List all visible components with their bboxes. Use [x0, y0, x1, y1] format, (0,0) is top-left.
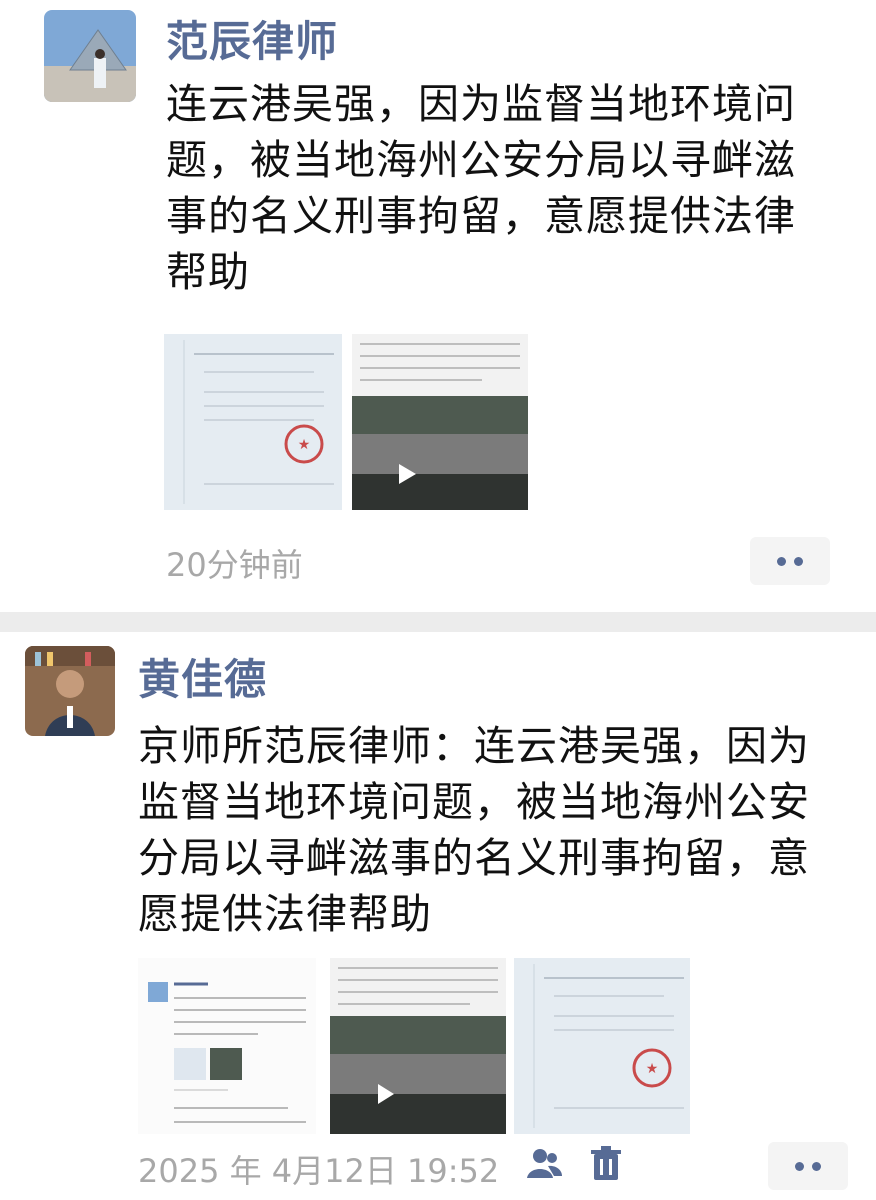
post-text: 连云港吴强，因为监督当地环境问 题，被当地海州公安分局以寻衅滋 事的名义刑事拘留…: [166, 80, 796, 296]
environment-post-image[interactable]: [352, 334, 528, 510]
timestamp: 20分钟前: [166, 546, 303, 584]
environment-post-image[interactable]: [330, 958, 506, 1134]
delete-icon[interactable]: [586, 1144, 626, 1184]
svg-text:★: ★: [646, 1061, 659, 1077]
avatar[interactable]: [44, 10, 136, 102]
more-button[interactable]: [768, 1142, 848, 1190]
moment-post-1: 范辰律师 连云港吴强，因为监督当地环境问 题，被当地海州公安分局以寻衅滋 事的名…: [0, 0, 876, 612]
friends-visible-icon[interactable]: [524, 1144, 564, 1184]
svg-text:★: ★: [298, 437, 311, 453]
moment-post-2: 黄佳德 京师所范辰律师：连云港吴强，因为 监督当地环境问题，被当地海州公安 分局…: [0, 632, 876, 1200]
more-icon: [777, 556, 786, 566]
author-name[interactable]: 黄佳德: [138, 646, 267, 707]
post-separator: [0, 612, 876, 632]
more-icon: [795, 1161, 804, 1171]
author-name[interactable]: 范辰律师: [166, 8, 338, 69]
detention-notice-image[interactable]: ★: [164, 334, 342, 510]
shared-moment-screenshot-image[interactable]: [138, 958, 316, 1134]
avatar[interactable]: [25, 646, 115, 736]
more-button[interactable]: [750, 537, 830, 585]
timestamp: 2025 年 4月12日 19:52: [138, 1152, 500, 1190]
detention-notice-image[interactable]: ★: [514, 958, 690, 1134]
post-text: 京师所范辰律师：连云港吴强，因为 监督当地环境问题，被当地海州公安 分局以寻衅滋…: [138, 722, 810, 938]
